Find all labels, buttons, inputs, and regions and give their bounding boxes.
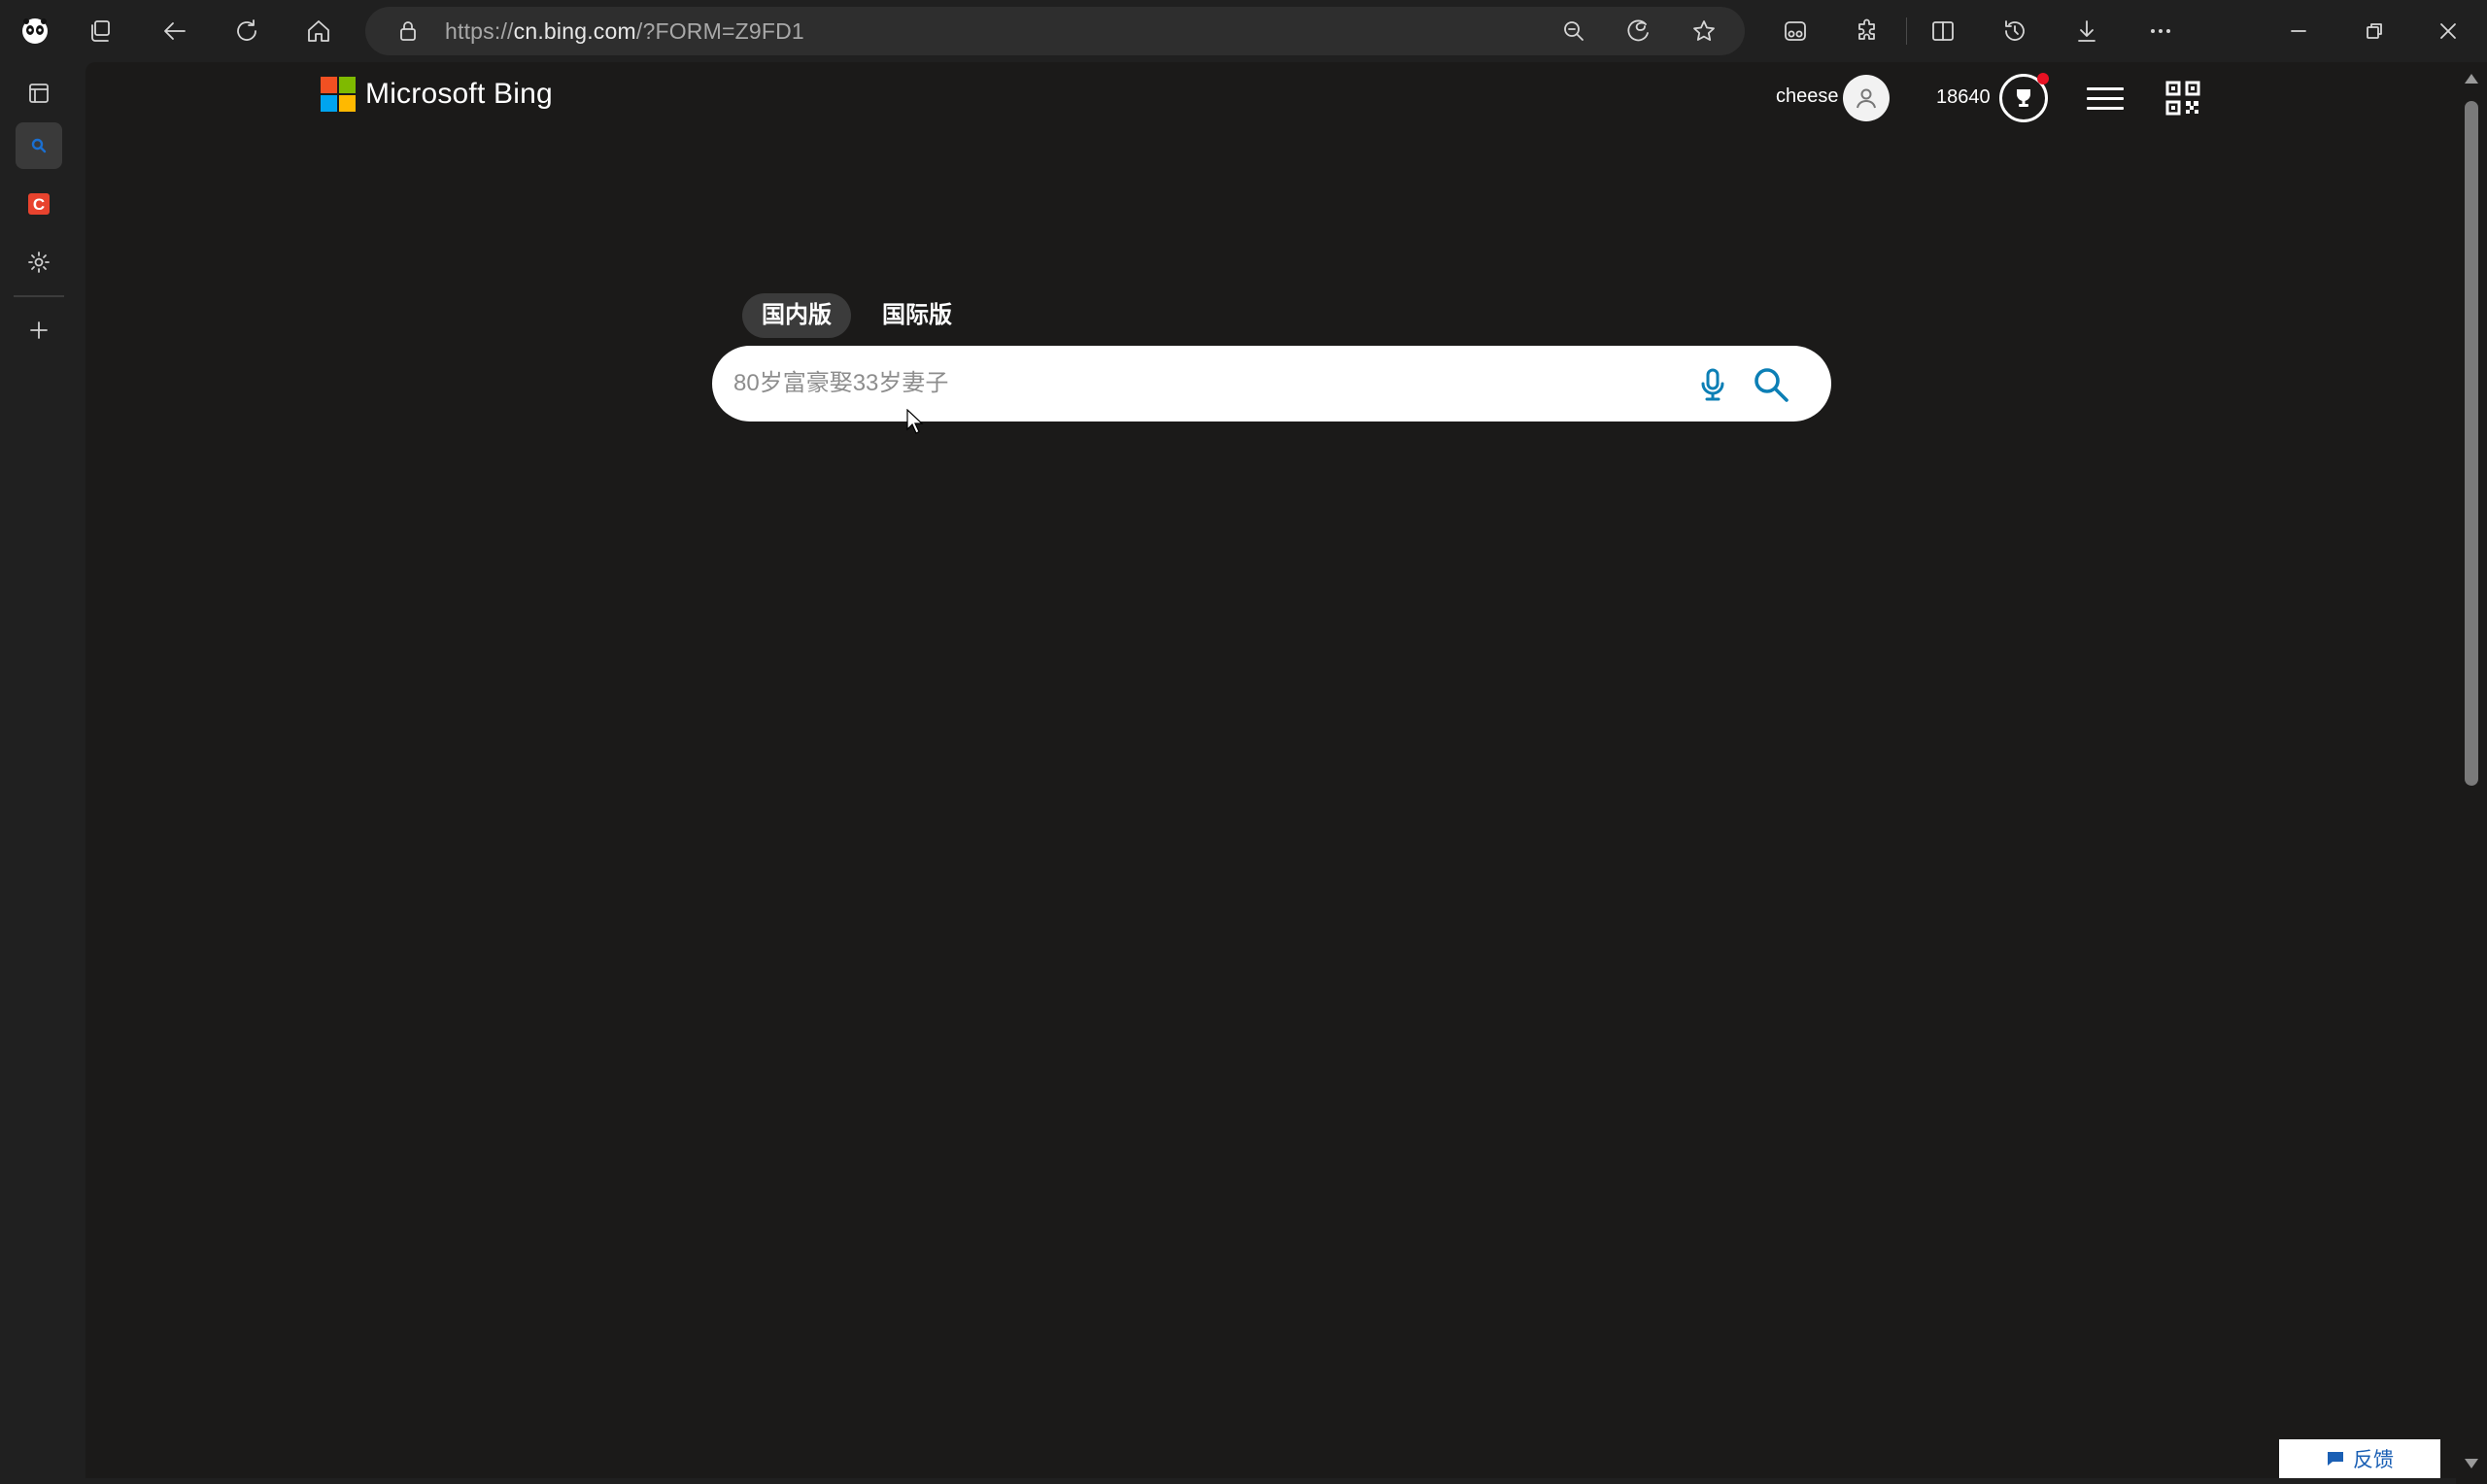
browser-toolbar: https://cn.bing.com/?FORM=Z9FD1: [0, 0, 2487, 62]
address-bar[interactable]: https://cn.bing.com/?FORM=Z9FD1: [365, 7, 1745, 55]
rewards-points[interactable]: 18640: [1936, 86, 1991, 109]
sidebar-search-tab[interactable]: [16, 122, 62, 169]
search-input[interactable]: [733, 346, 1647, 422]
refresh-icon[interactable]: [227, 12, 266, 51]
home-icon[interactable]: [299, 12, 338, 51]
url-host: cn.bing.com: [513, 18, 636, 44]
address-url[interactable]: https://cn.bing.com/?FORM=Z9FD1: [445, 7, 804, 55]
bing-logo[interactable]: Microsoft Bing: [321, 77, 553, 112]
history-icon[interactable]: [1995, 12, 2034, 51]
sidebar-divider: [14, 295, 64, 297]
user-avatar-icon[interactable]: [1843, 75, 1890, 121]
browser-sidebar: C: [0, 62, 78, 1484]
lock-icon[interactable]: [389, 12, 427, 51]
tab-domestic[interactable]: 国内版: [742, 293, 851, 338]
extensions-puzzle-icon[interactable]: [1848, 12, 1887, 51]
market-tabs: 国内版 国际版: [742, 293, 971, 338]
toolbar-separator: [1906, 17, 1907, 45]
minimize-icon[interactable]: [2279, 12, 2318, 51]
favorite-star-icon[interactable]: [1685, 12, 1723, 51]
settings-gear-icon[interactable]: [16, 239, 62, 286]
back-icon[interactable]: [155, 12, 194, 51]
rewards-trophy-icon[interactable]: [1999, 73, 2049, 122]
logo-text: Microsoft Bing: [365, 78, 553, 110]
feedback-chat-icon: [2328, 1452, 2343, 1466]
user-name[interactable]: cheese: [1776, 85, 1839, 108]
downloads-icon[interactable]: [2067, 12, 2106, 51]
zoom-out-icon[interactable]: [1554, 12, 1593, 51]
tab-international[interactable]: 国际版: [863, 293, 971, 338]
url-scheme: https://: [445, 18, 514, 44]
profile-avatar-icon[interactable]: [16, 12, 54, 51]
hamburger-menu-icon[interactable]: [2087, 80, 2124, 117]
workspaces-icon[interactable]: [82, 12, 120, 51]
url-path: /?FORM=Z9FD1: [635, 18, 804, 44]
search-box: [712, 346, 1831, 422]
scroll-up-icon[interactable]: [2465, 74, 2478, 84]
more-options-icon[interactable]: [2141, 12, 2180, 51]
edge-bar-icon[interactable]: [1618, 12, 1657, 51]
sidebar-app-c-icon[interactable]: C: [16, 181, 62, 227]
scroll-down-icon[interactable]: [2465, 1459, 2478, 1468]
feedback-button[interactable]: 反馈: [2279, 1439, 2440, 1478]
search-icon: [31, 138, 47, 153]
scrollbar-thumb[interactable]: [2465, 101, 2478, 786]
split-screen-icon[interactable]: [1924, 12, 1962, 51]
qr-code-icon[interactable]: [2164, 80, 2201, 117]
vertical-tabs-icon[interactable]: [16, 70, 62, 117]
notification-dot: [2037, 73, 2049, 84]
close-icon[interactable]: [2429, 12, 2468, 51]
extension-tampermonkey-icon[interactable]: [1776, 12, 1815, 51]
svg-text:C: C: [33, 195, 45, 214]
restore-icon[interactable]: [2355, 12, 2394, 51]
add-icon[interactable]: [16, 307, 62, 354]
microsoft-logo-icon: [321, 77, 356, 112]
feedback-label: 反馈: [2353, 1449, 2394, 1471]
mouse-cursor-icon: [906, 409, 924, 434]
page-scrollbar[interactable]: [2456, 62, 2487, 1484]
page-content: Microsoft Bing cheese 18640 国内版 国际版 80岁富…: [85, 62, 2456, 1478]
microphone-icon[interactable]: [1693, 365, 1732, 404]
search-submit-icon[interactable]: [1750, 363, 1792, 406]
